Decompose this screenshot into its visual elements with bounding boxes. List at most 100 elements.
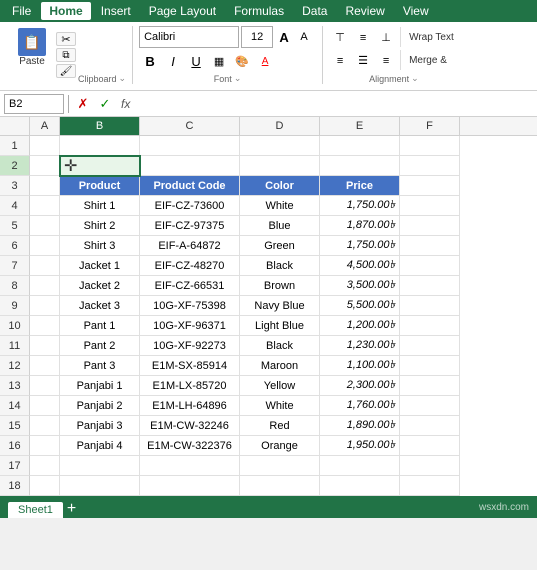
cell-d14[interactable]: White (240, 396, 320, 416)
add-sheet-button[interactable]: + (67, 500, 76, 518)
row-header-2[interactable]: 2 (0, 156, 30, 176)
cell-d6[interactable]: Green (240, 236, 320, 256)
cell-e12[interactable]: 1,100.00৳ (320, 356, 400, 376)
row-header-1[interactable]: 1 (0, 136, 30, 156)
cell-reference-box[interactable]: B2 (4, 94, 64, 114)
cell-f6[interactable] (400, 236, 460, 256)
copy-button[interactable]: ⧉ (56, 48, 76, 62)
cell-c12[interactable]: E1M-SX-85914 (140, 356, 240, 376)
cell-c8[interactable]: EIF-CZ-66531 (140, 276, 240, 296)
cell-e9[interactable]: 5,500.00৳ (320, 296, 400, 316)
menu-insert[interactable]: Insert (93, 2, 139, 20)
cell-f3[interactable] (400, 176, 460, 196)
cell-f1[interactable] (400, 136, 460, 156)
col-header-a[interactable]: A (30, 117, 60, 135)
cell-a18[interactable] (30, 476, 60, 496)
menu-data[interactable]: Data (294, 2, 335, 20)
cell-b11[interactable]: Pant 2 (60, 336, 140, 356)
cell-d2[interactable] (240, 156, 320, 176)
cell-e10[interactable]: 1,200.00৳ (320, 316, 400, 336)
cell-d5[interactable]: Blue (240, 216, 320, 236)
cell-b14[interactable]: Panjabi 2 (60, 396, 140, 416)
row-header-10[interactable]: 10 (0, 316, 30, 336)
cell-b1[interactable] (60, 136, 140, 156)
cell-b2[interactable]: ✛ (60, 156, 140, 176)
merge-center-button[interactable]: Merge & (404, 50, 452, 72)
menu-formulas[interactable]: Formulas (226, 2, 292, 20)
align-middle-button[interactable]: ≡ (352, 27, 374, 49)
cell-b7[interactable]: Jacket 1 (60, 256, 140, 276)
cell-f10[interactable] (400, 316, 460, 336)
cut-button[interactable]: ✂ (56, 32, 76, 46)
cell-a12[interactable] (30, 356, 60, 376)
cell-a17[interactable] (30, 456, 60, 476)
cell-d4[interactable]: White (240, 196, 320, 216)
cell-b10[interactable]: Pant 1 (60, 316, 140, 336)
sheet-tab[interactable]: Sheet1 (8, 502, 63, 518)
cell-e2[interactable] (320, 156, 400, 176)
cell-b18[interactable] (60, 476, 140, 496)
cell-d1[interactable] (240, 136, 320, 156)
cell-a5[interactable] (30, 216, 60, 236)
cell-b6[interactable]: Shirt 3 (60, 236, 140, 256)
font-name-input[interactable] (139, 26, 239, 48)
cell-e18[interactable] (320, 476, 400, 496)
cell-f12[interactable] (400, 356, 460, 376)
cell-d11[interactable]: Black (240, 336, 320, 356)
row-header-9[interactable]: 9 (0, 296, 30, 316)
cell-c17[interactable] (140, 456, 240, 476)
cell-a3[interactable] (30, 176, 60, 196)
cell-d13[interactable]: Yellow (240, 376, 320, 396)
cell-b17[interactable] (60, 456, 140, 476)
cell-d10[interactable]: Light Blue (240, 316, 320, 336)
menu-home[interactable]: Home (41, 2, 90, 20)
row-header-8[interactable]: 8 (0, 276, 30, 296)
cell-b4[interactable]: Shirt 1 (60, 196, 140, 216)
cell-d12[interactable]: Maroon (240, 356, 320, 376)
font-size-input[interactable] (241, 26, 273, 48)
menu-page-layout[interactable]: Page Layout (141, 2, 224, 20)
decrease-font-button[interactable]: A (295, 26, 313, 48)
cell-a11[interactable] (30, 336, 60, 356)
menu-file[interactable]: File (4, 2, 39, 20)
cell-e13[interactable]: 2,300.00৳ (320, 376, 400, 396)
cancel-formula-icon[interactable]: ✗ (73, 94, 93, 114)
row-header-11[interactable]: 11 (0, 336, 30, 356)
border-button[interactable]: ▦ (208, 50, 230, 72)
cell-d8[interactable]: Brown (240, 276, 320, 296)
clipboard-expand-icon[interactable]: ⌄ (119, 73, 127, 84)
cell-b8[interactable]: Jacket 2 (60, 276, 140, 296)
cell-a8[interactable] (30, 276, 60, 296)
row-header-5[interactable]: 5 (0, 216, 30, 236)
row-header-12[interactable]: 12 (0, 356, 30, 376)
cell-c16[interactable]: E1M-CW-322376 (140, 436, 240, 456)
row-header-17[interactable]: 17 (0, 456, 30, 476)
cell-c5[interactable]: EIF-CZ-97375 (140, 216, 240, 236)
paste-button[interactable]: 📋 Paste (12, 26, 52, 69)
wrap-text-button[interactable]: Wrap Text (404, 27, 459, 49)
cell-c18[interactable] (140, 476, 240, 496)
cell-f4[interactable] (400, 196, 460, 216)
cell-a16[interactable] (30, 436, 60, 456)
cell-f15[interactable] (400, 416, 460, 436)
formula-input[interactable] (138, 94, 533, 114)
cell-e14[interactable]: 1,760.00৳ (320, 396, 400, 416)
align-right-button[interactable]: ≡ (375, 50, 397, 72)
cell-c10[interactable]: 10G-XF-96371 (140, 316, 240, 336)
menu-view[interactable]: View (395, 2, 437, 20)
font-expand-icon[interactable]: ⌄ (234, 73, 242, 84)
cell-e4[interactable]: 1,750.00৳ (320, 196, 400, 216)
cell-c14[interactable]: E1M-LH-64896 (140, 396, 240, 416)
row-header-13[interactable]: 13 (0, 376, 30, 396)
cell-c4[interactable]: EIF-CZ-73600 (140, 196, 240, 216)
row-header-6[interactable]: 6 (0, 236, 30, 256)
col-header-b[interactable]: B (60, 117, 140, 135)
cell-f8[interactable] (400, 276, 460, 296)
cell-f2[interactable] (400, 156, 460, 176)
fill-color-button[interactable]: 🎨 (231, 50, 253, 72)
cell-a9[interactable] (30, 296, 60, 316)
align-bottom-button[interactable]: ⊥ (375, 27, 397, 49)
cell-c15[interactable]: E1M-CW-32246 (140, 416, 240, 436)
cell-c13[interactable]: E1M-LX-85720 (140, 376, 240, 396)
row-header-14[interactable]: 14 (0, 396, 30, 416)
